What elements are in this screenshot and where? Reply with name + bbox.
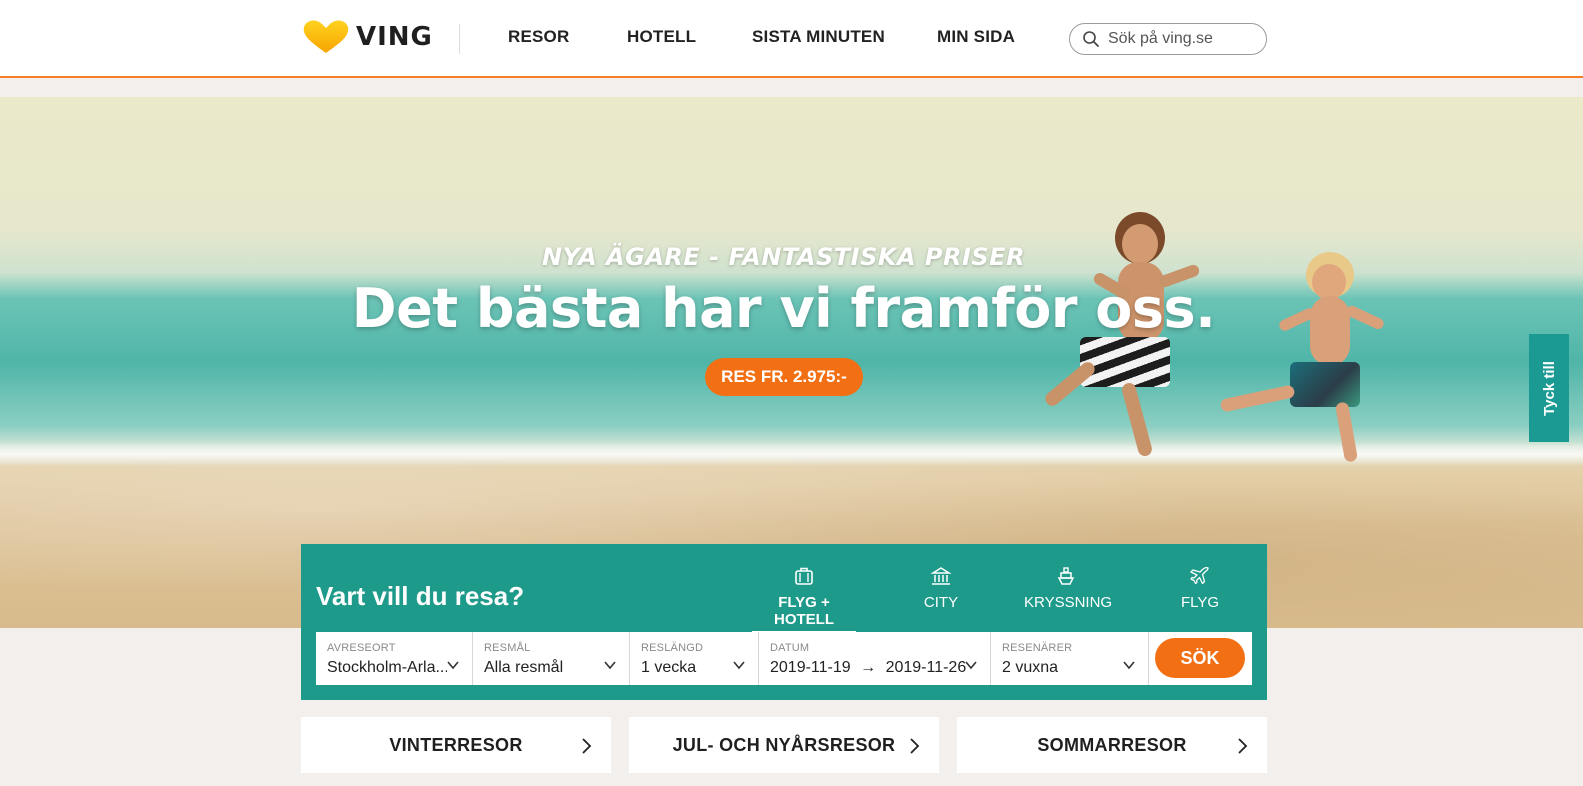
field-label: RESENÄRER <box>1002 642 1073 654</box>
tab-flyg[interactable]: FLYG <box>1179 566 1221 614</box>
field-value: 2 vuxna <box>1002 659 1059 676</box>
field-value: Stockholm-Arla... <box>327 659 447 676</box>
chevron-down-icon <box>965 661 977 670</box>
hero-kicker: NYA ÄGARE - FANTASTISKA PRISER <box>541 243 1026 271</box>
chevron-down-icon <box>1123 661 1135 670</box>
tab-label: FLYG <box>1180 594 1220 611</box>
category-vinterresor[interactable]: VINTERRESOR <box>301 717 611 773</box>
building-icon <box>930 567 952 585</box>
category-label: VINTERRESOR <box>389 734 523 755</box>
search-input[interactable] <box>1108 30 1258 48</box>
date-to: 2019-11-26 <box>885 659 967 676</box>
field-label: RESMÅL <box>484 642 531 654</box>
feedback-tab[interactable]: Tyck till <box>1529 334 1569 442</box>
plane-icon <box>1190 566 1209 585</box>
chevron-down-icon <box>733 661 745 670</box>
ship-icon <box>1057 567 1075 585</box>
category-label: JUL- OCH NYÅRSRESOR <box>672 734 896 755</box>
search-fields: AVRESEORT Stockholm-Arla... RESMÅL Alla … <box>316 632 1252 685</box>
departure-select[interactable]: AVRESEORT Stockholm-Arla... <box>316 632 473 685</box>
chevron-right-icon <box>1238 738 1248 754</box>
logo-text: VING <box>356 22 433 52</box>
chevron-down-icon <box>447 661 459 670</box>
header-divider <box>459 24 460 54</box>
field-value: 2019-11-19 → 2019-11-26 <box>770 659 979 677</box>
nav-hotell[interactable]: HOTELL <box>627 27 696 47</box>
tab-city[interactable]: CITY <box>911 566 971 614</box>
tab-label: CITY <box>923 594 959 611</box>
tab-flyg-hotell[interactable]: FLYG + HOTELL <box>752 566 856 633</box>
destination-select[interactable]: RESMÅL Alla resmål <box>473 632 630 685</box>
nav-min-sida[interactable]: MIN SIDA <box>937 27 1015 47</box>
nav-resor[interactable]: RESOR <box>508 27 569 47</box>
suitcase-icon <box>795 567 813 585</box>
category-jul-nyarsresor[interactable]: JUL- OCH NYÅRSRESOR <box>629 717 939 773</box>
search-icon <box>1083 31 1099 47</box>
field-value: Alla resmål <box>484 659 564 676</box>
ving-logo[interactable]: VING <box>302 18 433 56</box>
chevron-down-icon <box>604 661 616 670</box>
feedback-tab-label: Tyck till <box>1540 360 1558 416</box>
travelers-select[interactable]: RESENÄRER 2 vuxna <box>991 632 1149 685</box>
hero-price-button[interactable]: RES FR. 2.975:- <box>705 358 863 396</box>
field-label: AVRESEORT <box>327 642 396 654</box>
field-label: DATUM <box>770 642 810 654</box>
date-arrow: → <box>860 659 877 676</box>
tab-kryssning[interactable]: KRYSSNING <box>1024 566 1112 614</box>
submit-area: SÖK <box>1149 632 1252 685</box>
panel-title: Vart vill du resa? <box>316 581 525 611</box>
chevron-right-icon <box>582 738 592 754</box>
category-sommarresor[interactable]: SOMMARRESOR <box>957 717 1267 773</box>
tab-label: FLYG + HOTELL <box>752 594 856 633</box>
category-label: SOMMARRESOR <box>1037 734 1187 755</box>
duration-select[interactable]: RESLÄNGD 1 vecka <box>630 632 759 685</box>
heart-logo-icon <box>303 20 349 53</box>
travel-search-panel: Vart vill du resa? FLYG + HOTELL CITY KR… <box>301 544 1267 700</box>
date-from: 2019-11-19 <box>770 659 851 676</box>
site-search[interactable] <box>1069 23 1267 55</box>
chevron-right-icon <box>910 738 920 754</box>
tab-label: KRYSSNING <box>1024 594 1113 611</box>
date-range-picker[interactable]: DATUM 2019-11-19 → 2019-11-26 <box>759 632 991 685</box>
field-label: RESLÄNGD <box>641 642 704 654</box>
search-submit-button[interactable]: SÖK <box>1155 638 1245 678</box>
site-header: VING RESOR HOTELL SISTA MINUTEN MIN SIDA <box>0 0 1583 78</box>
hero-title: Det bästa har vi framför oss. <box>351 277 1216 340</box>
nav-sista-minuten[interactable]: SISTA MINUTEN <box>752 27 885 47</box>
